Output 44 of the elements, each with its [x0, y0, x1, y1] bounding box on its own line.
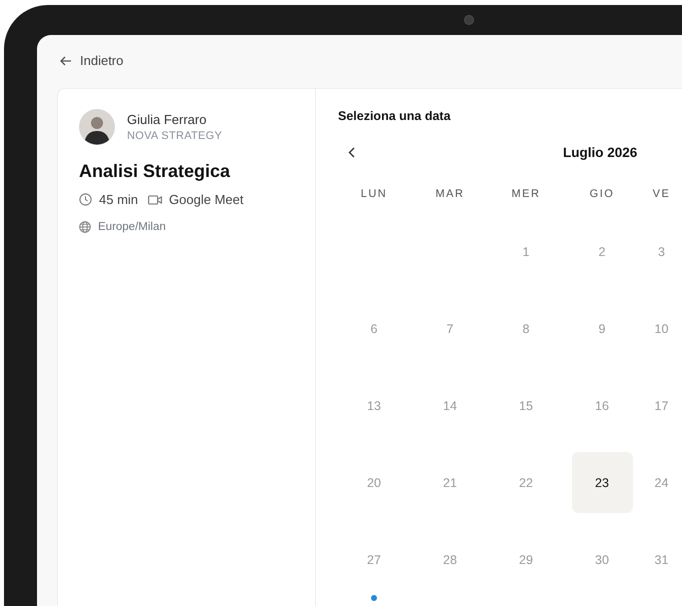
calendar-heading: Seleziona una data: [337, 109, 452, 123]
weekday-label: GIO: [588, 188, 616, 200]
weekday-label: VE: [652, 188, 672, 200]
calendar-day[interactable]: 20: [344, 452, 404, 513]
video-camera-icon: [148, 194, 162, 204]
camera-icon: [464, 15, 474, 25]
calendar-day[interactable]: 3: [640, 221, 682, 282]
weekday-label: MER: [510, 188, 542, 200]
company-name: NOVA STRATEGY: [127, 130, 222, 142]
calendar-day[interactable]: 1: [496, 221, 556, 282]
calendar-day[interactable]: 24: [640, 452, 682, 513]
weekday-label: MAR: [434, 188, 466, 200]
calendar-day[interactable]: 13: [344, 375, 404, 436]
calendar-day[interactable]: 14: [420, 375, 480, 436]
chevron-left-icon: [348, 146, 355, 158]
event-title: Analisi Strategica: [79, 161, 232, 182]
calendar-day[interactable]: 28: [420, 529, 480, 590]
calendar-day[interactable]: 9: [572, 298, 632, 359]
month-title: Luglio 2026: [563, 144, 638, 160]
globe-icon: [79, 221, 91, 233]
calendar-day[interactable]: 17: [640, 375, 682, 436]
weekday-label: LUN: [360, 188, 388, 200]
calendar-day[interactable]: 7: [420, 298, 480, 359]
calendar-day[interactable]: 23: [572, 452, 632, 513]
calendar-day[interactable]: 31: [640, 529, 682, 590]
clock-icon: [79, 193, 92, 206]
calendar-day[interactable]: 29: [496, 529, 556, 590]
calendar-day[interactable]: 22: [496, 452, 556, 513]
location-text: Google Meet: [169, 192, 244, 207]
host-name: Giulia Ferraro: [127, 112, 208, 127]
avatar-icon: [79, 109, 115, 145]
calendar-day[interactable]: 2: [572, 221, 632, 282]
calendar-day[interactable]: 30: [572, 529, 632, 590]
duration-text: 45 min: [99, 192, 138, 207]
back-arrow-icon: [60, 56, 72, 66]
calendar-day[interactable]: 16: [572, 375, 632, 436]
calendar-day[interactable]: 21: [420, 452, 480, 513]
calendar-day[interactable]: 15: [496, 375, 556, 436]
back-link[interactable]: Indietro: [57, 53, 124, 68]
calendar-day[interactable]: 8: [496, 298, 556, 359]
calendar-day[interactable]: 6: [344, 298, 404, 359]
calendar-day[interactable]: 27: [344, 529, 404, 590]
timezone-text: Europe/Milan: [98, 221, 166, 233]
calendar-day[interactable]: 10: [640, 298, 682, 359]
